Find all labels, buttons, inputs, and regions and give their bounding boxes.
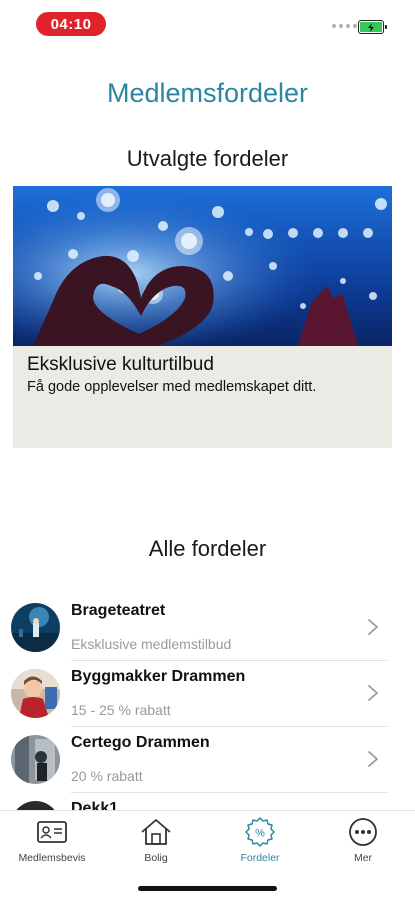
member-card-icon (37, 821, 67, 843)
benefit-description: Eksklusive medlemstilbud (71, 636, 232, 652)
all-benefits-section-title: Alle fordeler (148, 536, 267, 561)
list-item[interactable]: Brageteatret Eksklusive medlemstilbud (0, 595, 415, 661)
list-item[interactable]: Dekk1 (0, 793, 415, 811)
cellular-signal-icon (332, 24, 357, 28)
house-icon (141, 819, 171, 845)
home-indicator[interactable] (138, 886, 277, 891)
benefit-name: Brageteatret (71, 602, 166, 619)
battery-icon (358, 20, 387, 34)
tab-fordeler[interactable]: % Fordeler (210, 817, 310, 864)
benefit-name: Byggmakker Drammen (71, 668, 246, 685)
featured-card-subtitle: Få gode opplevelser med medlemskapet dit… (27, 379, 317, 395)
list-item[interactable]: Certego Drammen 20 % rabatt (0, 727, 415, 793)
tab-label: Mer (353, 852, 373, 864)
benefit-name: Certego Drammen (71, 734, 210, 751)
concert-heart-hands-image (13, 186, 392, 346)
chevron-right-icon (368, 619, 378, 635)
benefit-list[interactable]: Brageteatret Eksklusive medlemstilbud By… (0, 595, 415, 811)
locksmith-door-photo (11, 735, 60, 784)
theatre-stage-photo (11, 603, 60, 652)
featured-benefit-card[interactable]: Eksklusive kulturtilbud Få gode opplevel… (13, 186, 392, 448)
featured-section-title: Utvalgte fordeler (126, 146, 289, 171)
more-dots-icon (349, 818, 377, 846)
status-bar: 04:10 (0, 0, 415, 46)
child-in-red-jacket-photo (11, 669, 60, 718)
benefit-description: 15 - 25 % rabatt (71, 702, 171, 718)
list-item[interactable]: Byggmakker Drammen 15 - 25 % rabatt (0, 661, 415, 727)
svg-text:%: % (255, 828, 265, 840)
tab-mer[interactable]: Mer (313, 817, 413, 864)
tab-label: Medlemsbevis (18, 852, 86, 864)
tab-bolig[interactable]: Bolig (106, 817, 206, 864)
featured-card-headline: Eksklusive kulturtilbud (27, 354, 214, 375)
page-title: Medlemsfordeler (106, 78, 309, 108)
chevron-right-icon (368, 751, 378, 767)
percent-badge-icon: % (245, 817, 275, 847)
tab-label: Fordeler (240, 852, 280, 864)
benefit-description: 20 % rabatt (71, 768, 143, 784)
tab-label: Bolig (144, 852, 168, 864)
tab-medlemsbevis[interactable]: Medlemsbevis (2, 817, 102, 864)
chevron-right-icon (368, 685, 378, 701)
status-time: 04:10 (36, 12, 106, 36)
